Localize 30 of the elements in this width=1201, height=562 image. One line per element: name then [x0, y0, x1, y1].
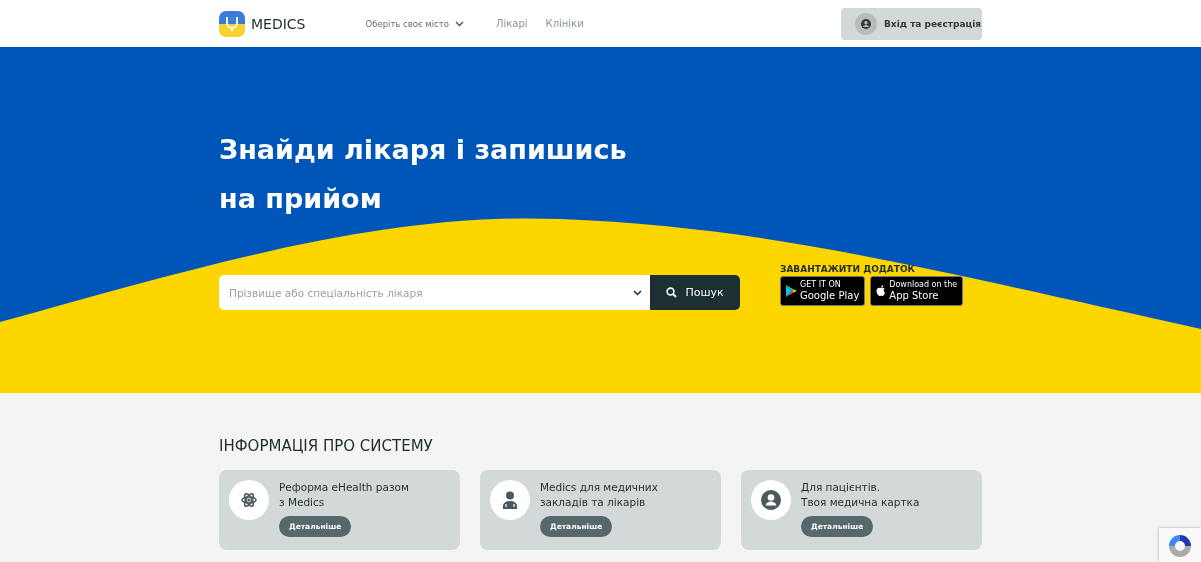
badge-caption: Download on the — [889, 280, 958, 289]
search-icon — [666, 287, 678, 298]
download-title: ЗАВАНТАЖИТИ ДОДАТОК — [780, 263, 916, 274]
card-text: Для пацієнтів. Твоя медична картка — [801, 480, 920, 510]
recaptcha-icon[interactable] — [1167, 533, 1193, 559]
user-icon — [761, 490, 781, 510]
search-field[interactable]: Прізвище або спеціальність лікаря — [219, 275, 650, 310]
apple-icon — [876, 284, 887, 297]
login-button[interactable]: Вхід та реєстрація — [841, 7, 982, 40]
atom-icon — [241, 492, 257, 508]
hero-title: Знайди лікаря і запишись на прийом — [219, 133, 628, 216]
search-button[interactable]: Пошук — [650, 275, 740, 310]
city-select[interactable]: Оберіть своє місто — [365, 18, 464, 29]
app-store-badge[interactable]: Download on the App Store — [870, 275, 964, 306]
card-text: Реформа eHealth разом з Medics — [279, 480, 409, 510]
store-name: Google Play — [800, 290, 860, 301]
store-name: App Store — [889, 290, 940, 301]
card-text: Medics для медичних закладів та лікарів — [540, 480, 658, 510]
logo-icon — [219, 10, 245, 37]
badge-caption: GET IT ON — [800, 280, 842, 289]
chevron-down-icon — [633, 290, 642, 296]
google-play-badge[interactable]: GET IT ON Google Play — [780, 275, 866, 306]
nav-link[interactable]: Клініки — [545, 18, 584, 29]
user-icon — [855, 12, 877, 35]
doctor-icon — [502, 491, 518, 509]
logo-text: MEDICS — [251, 15, 306, 32]
nav-link[interactable]: Лікарі — [495, 18, 528, 29]
play-triangle-icon — [786, 284, 797, 297]
section-title: ІНФОРМАЦІЯ ПРО СИСТЕМУ — [219, 437, 434, 455]
chevron-down-icon — [454, 20, 464, 27]
